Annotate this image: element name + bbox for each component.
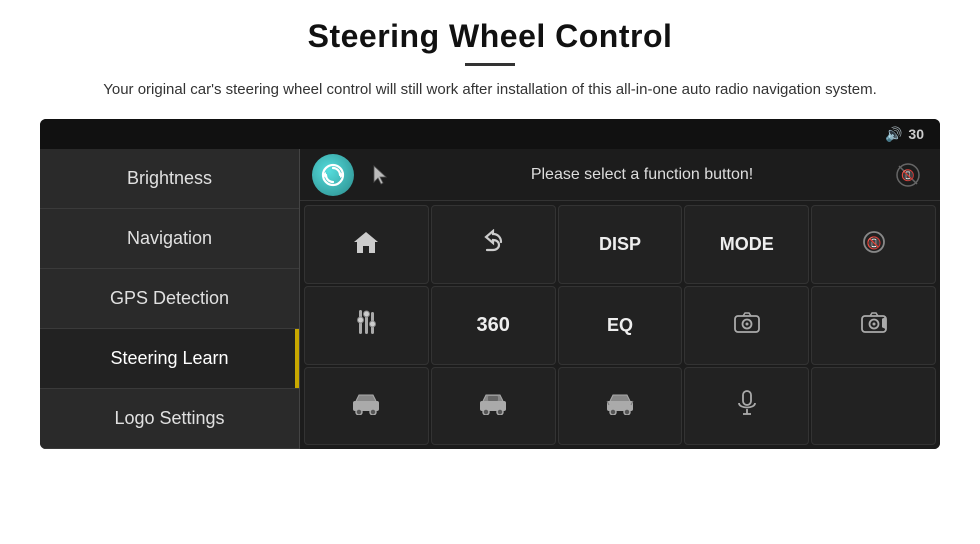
func-btn-car3[interactable] [558,367,683,446]
car2-icon [478,391,508,421]
camera2-icon [860,309,888,341]
function-grid: DISP MODE 📵 [300,201,940,449]
func-btn-car1[interactable] [304,367,429,446]
func-btn-car2[interactable] [431,367,556,446]
main-area: Brightness Navigation GPS Detection Stee… [40,149,940,449]
func-btn-eq[interactable]: EQ [558,286,683,365]
page-title: Steering Wheel Control [308,18,673,55]
top-right-icon: 📵 [888,155,928,195]
top-bar: 🔊 30 [40,119,940,149]
func-btn-back[interactable] [431,205,556,284]
header-message: Please select a function button! [408,166,876,184]
sync-icon[interactable] [312,154,354,196]
nophone-icon: 📵 [860,228,888,262]
svg-text:📵: 📵 [901,169,915,182]
car1-icon [351,391,381,421]
car3-icon [605,391,635,421]
mode-label: MODE [720,234,774,255]
disp-label: DISP [599,234,641,255]
content-header: Please select a function button! 📵 [300,149,940,201]
func-btn-mic[interactable] [684,367,809,446]
func-btn-camera2[interactable] [811,286,936,365]
func-btn-empty [811,367,936,446]
mic-icon [736,389,758,423]
360-label: 360 [477,314,510,337]
func-btn-home[interactable] [304,205,429,284]
sidebar-item-steering-learn[interactable]: Steering Learn [40,329,299,389]
sidebar-item-gps-detection[interactable]: GPS Detection [40,269,299,329]
equalizer-icon [355,308,377,342]
page-subtitle: Your original car's steering wheel contr… [103,78,877,101]
cursor-area [366,164,396,186]
camera1-icon [733,309,761,341]
sidebar: Brightness Navigation GPS Detection Stee… [40,149,300,449]
func-btn-mode[interactable]: MODE [684,205,809,284]
func-btn-disp[interactable]: DISP [558,205,683,284]
func-btn-nophone[interactable]: 📵 [811,205,936,284]
sidebar-item-brightness[interactable]: Brightness [40,149,299,209]
content-area: Please select a function button! 📵 [300,149,940,449]
volume-icon: 🔊 [885,126,902,143]
sidebar-item-navigation[interactable]: Navigation [40,209,299,269]
back-icon [479,229,507,261]
car-ui-panel: 🔊 30 Brightness Navigation GPS Detection… [40,119,940,449]
func-btn-360[interactable]: 360 [431,286,556,365]
eq-label: EQ [607,315,633,336]
sidebar-item-logo-settings[interactable]: Logo Settings [40,389,299,449]
home-icon [352,229,380,261]
svg-text:📵: 📵 [866,236,881,250]
func-btn-camera1[interactable] [684,286,809,365]
title-divider [465,63,515,66]
func-btn-equalizer[interactable] [304,286,429,365]
volume-value: 30 [908,126,924,142]
